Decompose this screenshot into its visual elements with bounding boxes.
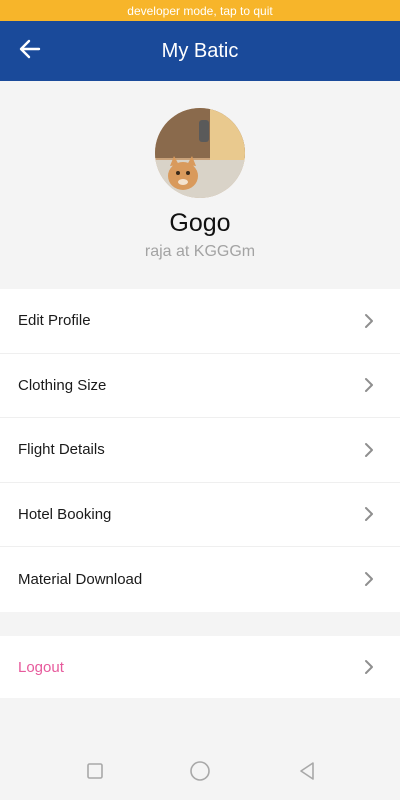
menu-item-hotel-booking[interactable]: Hotel Booking [0,483,400,547]
profile-header: Gogo raja at KGGGm [0,81,400,289]
menu-item-label: Edit Profile [18,312,91,330]
developer-mode-banner[interactable]: developer mode, tap to quit [0,0,400,21]
circle-icon [189,760,211,787]
logout-label: Logout [18,658,64,676]
settings-menu: Edit Profile Clothing Size Flight Detail… [0,289,400,612]
menu-item-edit-profile[interactable]: Edit Profile [0,289,400,354]
avatar[interactable] [155,108,245,198]
menu-item-label: Clothing Size [18,376,107,394]
menu-item-label: Material Download [18,570,143,588]
menu-item-flight-details[interactable]: Flight Details [0,418,400,483]
square-icon [86,762,104,785]
system-navigation-bar [0,746,400,800]
recent-apps-button[interactable] [83,761,107,785]
profile-subtitle: raja at KGGGm [144,243,256,260]
chevron-right-icon [364,506,376,522]
arrow-left-icon [19,39,41,64]
page-title: My Batic [161,39,239,62]
profile-name: Gogo [169,209,231,237]
chevron-right-icon [364,442,376,458]
triangle-back-icon [297,761,317,786]
developer-mode-text: developer mode, tap to quit [127,3,273,18]
logout-button[interactable]: Logout [0,636,400,698]
menu-item-clothing-size[interactable]: Clothing Size [0,354,400,418]
menu-item-material-download[interactable]: Material Download [0,547,400,612]
home-button[interactable] [188,760,212,787]
chevron-right-icon [364,571,376,587]
menu-item-label: Hotel Booking [18,505,112,523]
app-bar: My Batic [0,21,400,81]
system-back-button[interactable] [295,761,319,785]
chevron-right-icon [364,313,376,329]
chevron-right-icon [364,659,376,675]
menu-item-label: Flight Details [18,441,105,459]
back-button[interactable] [14,36,46,66]
chevron-right-icon [364,377,376,393]
